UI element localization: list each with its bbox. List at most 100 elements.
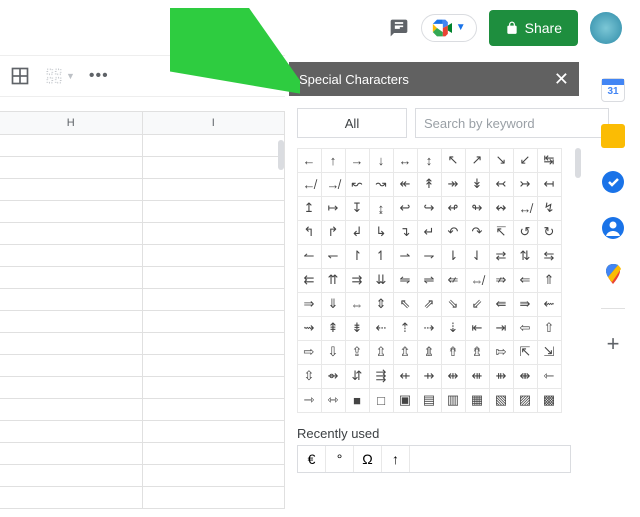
char-cell[interactable]: ↭ <box>489 196 514 221</box>
char-cell[interactable]: ↷ <box>465 220 490 245</box>
char-cell[interactable]: ⇢ <box>417 316 442 341</box>
row[interactable] <box>0 245 285 267</box>
char-cell[interactable]: ⇄ <box>489 244 514 269</box>
avatar[interactable] <box>590 12 622 44</box>
char-cell[interactable]: ↣ <box>513 172 538 197</box>
row[interactable] <box>0 487 285 509</box>
row[interactable] <box>0 267 285 289</box>
col-i[interactable]: I <box>143 111 286 135</box>
char-cell[interactable]: ⇍ <box>441 268 466 293</box>
char-cell[interactable]: ⇇ <box>297 268 322 293</box>
char-cell[interactable]: ▥ <box>441 388 466 413</box>
char-cell[interactable]: ⇅ <box>513 244 538 269</box>
row[interactable] <box>0 311 285 333</box>
char-cell[interactable]: ↤ <box>537 172 562 197</box>
char-cell[interactable]: ▦ <box>465 388 490 413</box>
row[interactable] <box>0 135 285 157</box>
char-cell[interactable]: ↑ <box>321 148 346 173</box>
contacts-icon[interactable] <box>601 216 625 240</box>
char-cell[interactable]: ⇰ <box>489 340 514 365</box>
char-cell[interactable]: ↰ <box>297 220 322 245</box>
char-cell[interactable]: ↲ <box>345 220 370 245</box>
row[interactable] <box>0 157 285 179</box>
char-cell[interactable]: ↻ <box>537 220 562 245</box>
close-icon[interactable]: ✕ <box>554 69 569 90</box>
recent-char[interactable]: € <box>298 446 326 472</box>
char-cell[interactable]: ↩ <box>393 196 418 221</box>
char-cell[interactable]: ↱ <box>321 220 346 245</box>
char-cell[interactable]: ↖ <box>441 148 466 173</box>
recent-char[interactable]: ↑ <box>382 446 410 472</box>
char-cell[interactable]: ⇒ <box>297 292 322 317</box>
char-cell[interactable]: ↥ <box>297 196 322 221</box>
char-cell[interactable]: ⇶ <box>369 364 394 389</box>
char-cell[interactable]: ▨ <box>513 388 538 413</box>
char-cell[interactable]: ■ <box>345 388 370 413</box>
keep-icon[interactable] <box>601 124 625 148</box>
char-cell[interactable]: ⇹ <box>441 364 466 389</box>
char-cell[interactable]: ↔ <box>393 148 418 173</box>
char-cell[interactable]: ↞ <box>393 172 418 197</box>
char-cell[interactable]: ↓ <box>369 148 394 173</box>
char-cell[interactable]: ⇷ <box>393 364 418 389</box>
row[interactable] <box>0 179 285 201</box>
char-cell[interactable]: ⇊ <box>369 268 394 293</box>
char-cell[interactable]: ▧ <box>489 388 514 413</box>
char-cell[interactable]: ↛ <box>321 172 346 197</box>
char-cell[interactable]: ⇂ <box>441 244 466 269</box>
char-cell[interactable]: ⇛ <box>513 292 538 317</box>
char-cell[interactable]: ⇦ <box>513 316 538 341</box>
row[interactable] <box>0 399 285 421</box>
share-button[interactable]: Share <box>489 10 578 46</box>
char-cell[interactable]: ↚ <box>297 172 322 197</box>
char-cell[interactable]: ⇜ <box>537 292 562 317</box>
char-cell[interactable]: ▤ <box>417 388 442 413</box>
char-cell[interactable]: ⇕ <box>369 292 394 317</box>
row[interactable] <box>0 333 285 355</box>
char-cell[interactable]: ⇟ <box>345 316 370 341</box>
char-cell[interactable]: ⇋ <box>393 268 418 293</box>
char-cell[interactable]: ⇡ <box>393 316 418 341</box>
row[interactable] <box>0 377 285 399</box>
char-cell[interactable]: ⇮ <box>441 340 466 365</box>
char-cell[interactable]: ↳ <box>369 220 394 245</box>
char-cell[interactable]: ⇚ <box>489 292 514 317</box>
char-cell[interactable]: ↡ <box>465 172 490 197</box>
char-cell[interactable]: ⇥ <box>489 316 514 341</box>
char-cell[interactable]: ↶ <box>441 220 466 245</box>
sheet-scrollbar[interactable] <box>278 140 284 170</box>
char-cell[interactable]: ↵ <box>417 220 442 245</box>
char-cell[interactable]: ↠ <box>441 172 466 197</box>
row[interactable] <box>0 223 285 245</box>
search-input[interactable] <box>415 108 609 138</box>
spreadsheet[interactable]: H I <box>0 111 285 509</box>
char-cell[interactable]: ⇽ <box>537 364 562 389</box>
char-cell[interactable]: ⇘ <box>441 292 466 317</box>
char-cell[interactable]: ⇗ <box>417 292 442 317</box>
char-cell[interactable]: ↕ <box>417 148 442 173</box>
char-cell[interactable]: → <box>345 148 370 173</box>
borders-icon[interactable] <box>10 66 30 86</box>
char-cell[interactable]: ⇌ <box>417 268 442 293</box>
char-cell[interactable]: ↦ <box>321 196 346 221</box>
char-cell[interactable]: ⇲ <box>537 340 562 365</box>
char-cell[interactable]: ▩ <box>537 388 562 413</box>
char-cell[interactable]: ⇾ <box>297 388 322 413</box>
recent-char[interactable]: Ω <box>354 446 382 472</box>
char-cell[interactable]: ↿ <box>369 244 394 269</box>
char-cell[interactable]: ▣ <box>393 388 418 413</box>
char-cell[interactable]: ↟ <box>417 172 442 197</box>
char-cell[interactable]: ⇬ <box>393 340 418 365</box>
char-cell[interactable]: ⇪ <box>345 340 370 365</box>
char-cell[interactable]: ↝ <box>369 172 394 197</box>
char-cell[interactable]: ⇳ <box>297 364 322 389</box>
char-cell[interactable]: ↼ <box>297 244 322 269</box>
char-cell[interactable]: ⇯ <box>465 340 490 365</box>
char-cell[interactable]: ⇵ <box>345 364 370 389</box>
row[interactable] <box>0 289 285 311</box>
toolbar-more[interactable]: ••• <box>89 67 109 85</box>
char-cell[interactable]: ↺ <box>513 220 538 245</box>
char-cell[interactable]: ↬ <box>465 196 490 221</box>
char-cell[interactable]: ⇠ <box>369 316 394 341</box>
char-cell[interactable]: ⇩ <box>321 340 346 365</box>
